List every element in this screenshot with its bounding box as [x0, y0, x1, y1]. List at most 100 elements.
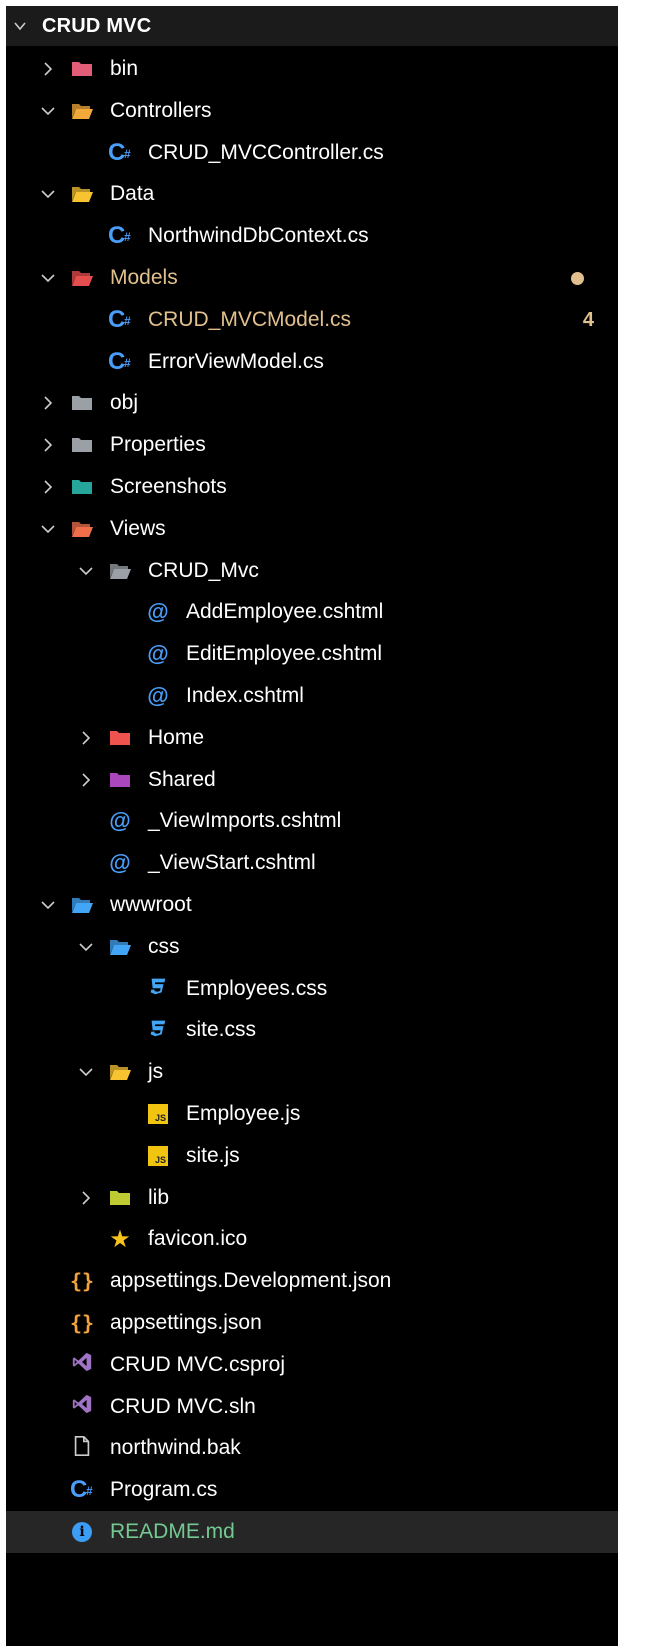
info-icon: i [70, 1520, 94, 1544]
file-row-site-css[interactable]: site.css [6, 1009, 618, 1051]
file-row-appsettings-development-json[interactable]: {} appsettings.Development.json [6, 1260, 618, 1302]
js-folder-icon [108, 1060, 132, 1084]
file-row-crud-mvccontroller-cs[interactable]: C # CRUD_MVCController.cs [6, 132, 618, 174]
models-folder-icon [70, 266, 94, 290]
chevron-right-icon[interactable] [40, 61, 56, 77]
folder-row-models[interactable]: Models [6, 257, 618, 299]
explorer-root-header[interactable]: CRUD MVC [6, 6, 618, 46]
tree-item-label: favicon.ico [148, 1227, 248, 1251]
razor-icon: @ [147, 641, 169, 667]
file-row-program-cs[interactable]: C # Program.cs [6, 1469, 618, 1511]
explorer-root-title: CRUD MVC [42, 15, 152, 37]
shared-folder-icon [108, 768, 132, 792]
tree-item-label: lib [148, 1185, 170, 1209]
chevron-down-icon[interactable] [40, 270, 56, 286]
file-row-editemployee-cshtml[interactable]: @ EditEmployee.cshtml [6, 633, 618, 675]
csharp-icon: C # [108, 222, 131, 250]
chevron-down-icon[interactable] [40, 186, 56, 202]
tree-item-label: obj [110, 391, 139, 415]
tree-item-label: site.css [186, 1018, 257, 1042]
tree-item-label: CRUD_MVCController.cs [148, 140, 384, 164]
tree-item-label: Screenshots [110, 475, 227, 498]
file-row-viewimports-cshtml[interactable]: @ _ViewImports.cshtml [6, 800, 618, 842]
folder-row-controllers[interactable]: Controllers [6, 90, 618, 132]
tree-item-label: Program.cs [110, 1478, 218, 1502]
tree-item-label: css [148, 934, 180, 958]
chevron-down-icon[interactable] [40, 103, 56, 119]
folder-row-shared[interactable]: Shared [6, 759, 618, 801]
folder-row-views[interactable]: Views [6, 508, 618, 550]
tree-item-label: Controllers [110, 98, 212, 122]
open-folder-icon [108, 559, 132, 583]
file-row-northwind-bak[interactable]: northwind.bak [6, 1427, 618, 1469]
tree-item-label: Views [110, 516, 166, 540]
folder-row-crud-mvc[interactable]: CRUD_Mvc [6, 550, 618, 592]
file-row-appsettings-json[interactable]: {} appsettings.json [6, 1302, 618, 1344]
tree-item-label: Properties [110, 433, 206, 457]
chevron-down-icon[interactable] [78, 1064, 94, 1080]
css-folder-icon [108, 935, 132, 959]
chevron-right-icon[interactable] [78, 1190, 94, 1206]
file-row-site-js[interactable]: JS site.js [6, 1135, 618, 1177]
file-row-readme-md[interactable]: i README.md [6, 1511, 618, 1553]
chevron-down-icon[interactable] [40, 521, 56, 537]
folder-row-screenshots[interactable]: Screenshots [6, 466, 618, 508]
chevron-down-icon[interactable] [78, 563, 94, 579]
chevron-right-icon[interactable] [78, 730, 94, 746]
file-explorer: CRUD MVC bin Controllers C # CRUD_MVCContro… [6, 6, 618, 1646]
file-row-employee-js[interactable]: JS Employee.js [6, 1093, 618, 1135]
folder-row-lib[interactable]: lib [6, 1177, 618, 1219]
file-row-crud-mvc-sln[interactable]: CRUD MVC.sln [6, 1386, 618, 1428]
folder-row-obj[interactable]: obj [6, 382, 618, 424]
file-row-viewstart-cshtml[interactable]: @ _ViewStart.cshtml [6, 842, 618, 884]
razor-icon: @ [147, 683, 169, 708]
file-row-favicon-ico[interactable]: ★ favicon.ico [6, 1218, 618, 1260]
tree-item-label: AddEmployee.cshtml [186, 600, 384, 624]
csharp-icon: C # [108, 138, 131, 166]
chevron-right-icon[interactable] [78, 772, 94, 788]
data-folder-icon [70, 182, 94, 206]
folder-icon [70, 433, 94, 457]
tree-item-label: _ViewImports.cshtml [148, 809, 342, 833]
tree-item-label: site.js [186, 1143, 240, 1167]
csharp-icon: C # [108, 305, 131, 333]
file-row-crud-mvc-csproj[interactable]: CRUD MVC.csproj [6, 1344, 618, 1386]
folder-row-css[interactable]: css [6, 926, 618, 968]
star-icon: ★ [109, 1225, 131, 1253]
file-row-index-cshtml[interactable]: @ Index.cshtml [6, 675, 618, 717]
chevron-down-icon[interactable] [14, 20, 26, 32]
css-icon [146, 977, 170, 1001]
file-row-addemployee-cshtml[interactable]: @ AddEmployee.cshtml [6, 591, 618, 633]
chevron-down-icon[interactable] [78, 939, 94, 955]
tree-item-label: Data [110, 182, 155, 206]
folder-row-js[interactable]: js [6, 1051, 618, 1093]
csharp-icon: C # [108, 347, 131, 375]
tree-item-label: Index.cshtml [186, 684, 304, 707]
file-row-crud-mvcmodel-cs[interactable]: C # CRUD_MVCModel.cs 4 [6, 299, 618, 341]
folder-row-data[interactable]: Data [6, 173, 618, 215]
file-icon [70, 1435, 94, 1460]
web-folder-icon [70, 893, 94, 917]
lib-folder-icon [108, 1186, 132, 1210]
tree-item-label: NorthwindDbContext.cs [148, 224, 369, 248]
chevron-right-icon[interactable] [40, 479, 56, 495]
file-row-northwinddbcontext-cs[interactable]: C # NorthwindDbContext.cs [6, 215, 618, 257]
json-icon: {} [69, 1311, 95, 1335]
razor-icon: @ [147, 599, 169, 625]
tree-item-label: README.md [110, 1520, 235, 1543]
file-row-employees-css[interactable]: Employees.css [6, 968, 618, 1010]
chevron-right-icon[interactable] [40, 437, 56, 453]
folder-row-properties[interactable]: Properties [6, 424, 618, 466]
modified-dot-badge [571, 272, 584, 285]
folder-row-bin[interactable]: bin [6, 48, 618, 90]
tree-item-label: js [148, 1060, 164, 1084]
chevron-right-icon[interactable] [40, 395, 56, 411]
tree-item-label: northwind.bak [110, 1436, 241, 1460]
folder-row-home[interactable]: Home [6, 717, 618, 759]
chevron-down-icon[interactable] [40, 897, 56, 913]
folder-row-wwwroot[interactable]: wwwroot [6, 884, 618, 926]
file-row-errorviewmodel-cs[interactable]: C # ErrorViewModel.cs [6, 341, 618, 383]
csharp-icon: C # [70, 1476, 93, 1504]
tree-item-label: CRUD MVC.sln [110, 1394, 256, 1418]
tree-item-label: appsettings.Development.json [110, 1269, 392, 1293]
